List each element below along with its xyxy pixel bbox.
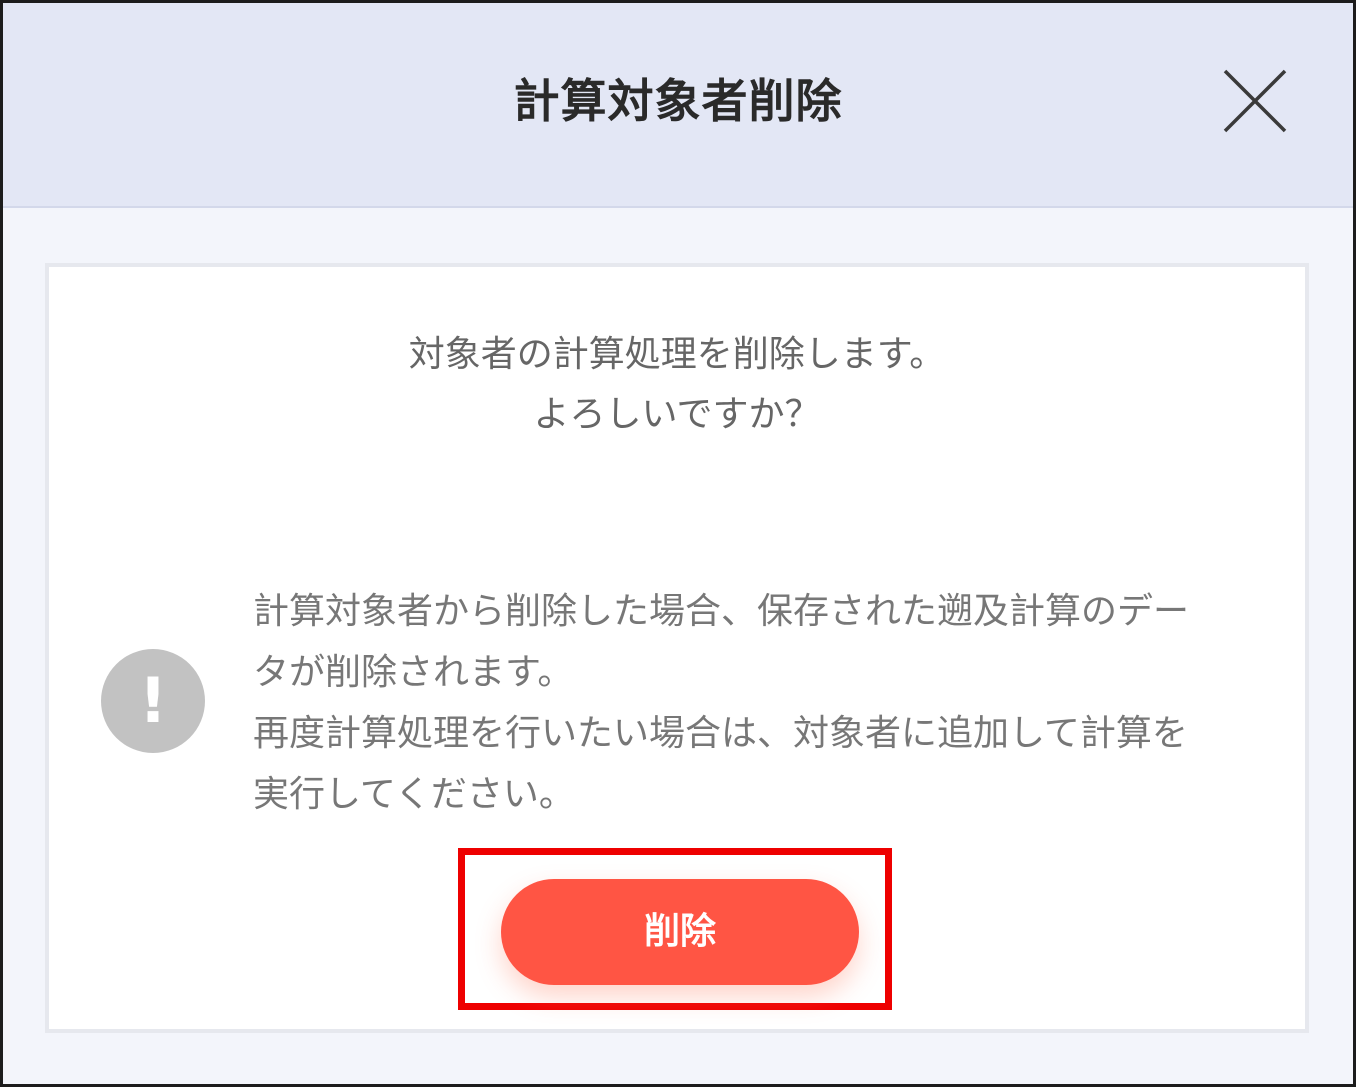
exclamation-icon: ! [101,649,205,753]
confirm-message: 対象者の計算処理を削除します。 よろしいですか？ [49,325,1305,445]
close-button[interactable] [1215,63,1295,143]
notice-line-3: 再度計算処理を行いたい場合は、対象者に追加して計算を [253,713,1188,754]
confirm-line-1: 対象者の計算処理を削除します。 [408,334,946,375]
confirm-line-2: よろしいですか？ [533,394,821,435]
dialog-title: 計算対象者削除 [513,74,843,128]
close-icon [1223,69,1287,133]
notice-line-4: 実行してください。 [253,774,575,815]
notice-line-1: 計算対象者から削除した場合、保存された遡及計算のデー [253,591,1190,632]
dialog-header: 計算対象者削除 [3,3,1353,208]
warning-notice: 計算対象者から削除した場合、保存された遡及計算のデー タが削除されます。 再度計… [253,581,1263,825]
notice-line-2: タが削除されます。 [253,652,574,693]
delete-button[interactable]: 削除 [501,879,859,985]
delete-target-dialog: 計算対象者削除 対象者の計算処理を削除します。 よろしいですか？ ! 計算対象者… [0,0,1356,1087]
